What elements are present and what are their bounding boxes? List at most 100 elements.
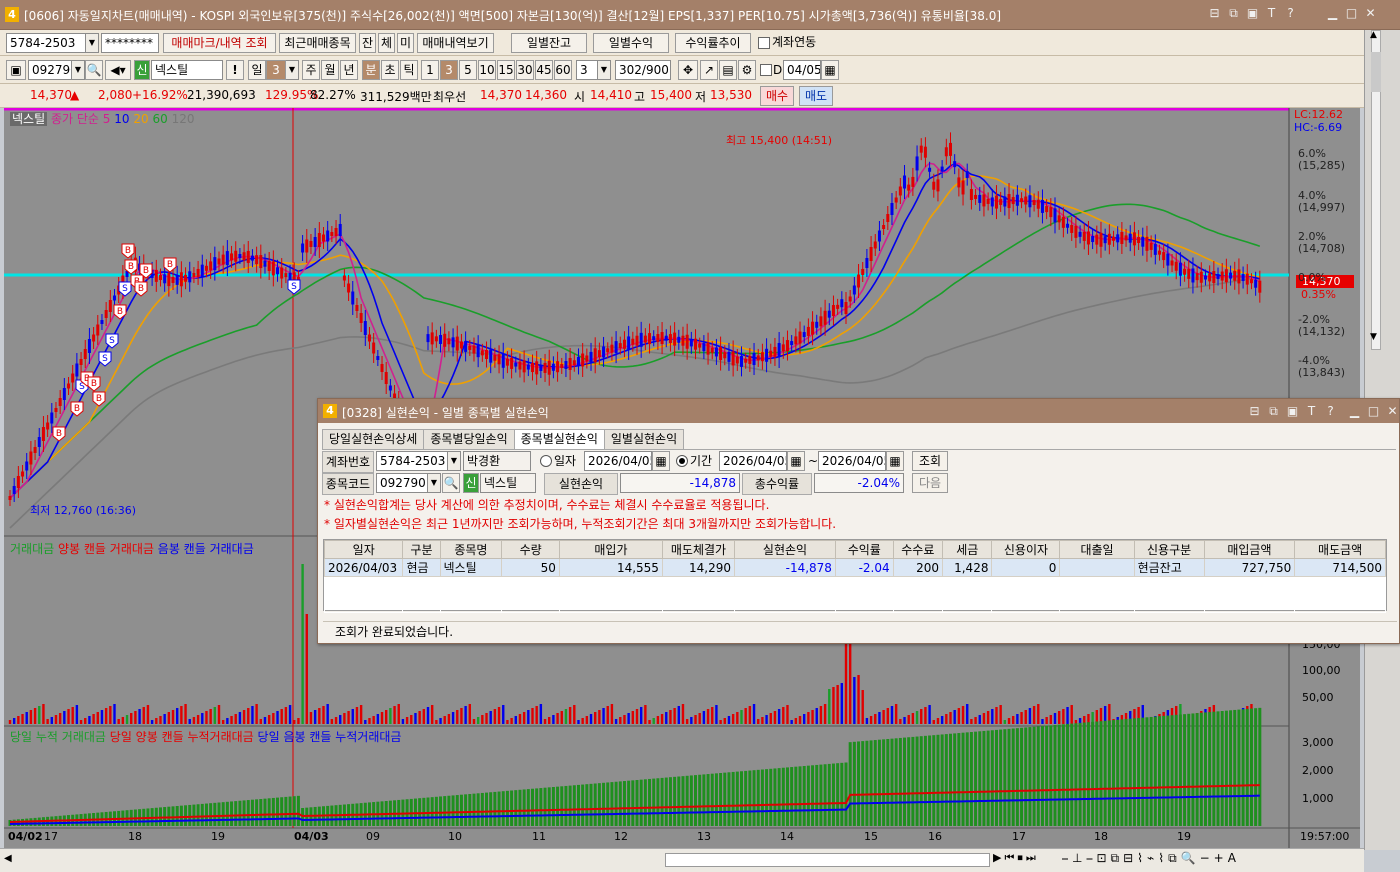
gear-icon[interactable]: ⚙ — [738, 60, 756, 80]
scroll-up-icon[interactable]: ▲ — [1370, 30, 1377, 40]
chart-settings-icon[interactable]: ▣ — [6, 60, 26, 80]
minimize-icon[interactable]: ▁ — [1326, 6, 1339, 20]
sell-button[interactable]: 매도 — [799, 86, 833, 106]
column-header[interactable]: 수익률 — [834, 540, 894, 559]
column-header[interactable]: 실현손익 — [734, 540, 836, 559]
period-second-button[interactable]: 초 — [381, 60, 399, 80]
dialog-close-icon[interactable]: ✕ — [1386, 404, 1399, 418]
period-from-input[interactable]: 2026/04/05 — [719, 451, 787, 471]
column-header[interactable]: 매입가 — [558, 540, 663, 559]
period-day-button[interactable]: 일 — [248, 60, 266, 80]
column-header[interactable]: 수수료 — [892, 540, 944, 559]
radio-day[interactable] — [540, 455, 552, 467]
dialog-font-icon[interactable]: T — [1305, 404, 1318, 418]
dialog-maximize-icon[interactable]: □ — [1367, 404, 1380, 418]
tab-symbol-today[interactable]: 종목별당일손익 — [423, 429, 515, 449]
daily-profit-button[interactable]: 일별수익 — [593, 33, 669, 53]
column-header[interactable]: 대출일 — [1059, 540, 1135, 559]
column-header[interactable]: 종목명 — [439, 540, 503, 559]
che-button[interactable]: 체 — [378, 33, 395, 53]
column-header[interactable]: 일자 — [323, 540, 404, 559]
next-button[interactable]: 다음 — [912, 473, 948, 493]
scroll-thumb[interactable] — [1371, 52, 1381, 92]
minute-60-button[interactable]: 60 — [554, 60, 572, 80]
minute-5-button[interactable]: 5 — [459, 60, 477, 80]
alert-icon[interactable]: ! — [226, 60, 244, 80]
scroll-left-icon[interactable]: ◀ — [4, 853, 12, 864]
draw-tool-icon[interactable]: ✥ — [678, 60, 698, 80]
tab-today-detail[interactable]: 당일실현손익상세 — [322, 429, 425, 449]
minute-10-button[interactable]: 10 — [478, 60, 496, 80]
dialog-minimize-icon[interactable]: ▁ — [1348, 404, 1361, 418]
help-icon[interactable]: ? — [1284, 6, 1297, 20]
data-count-field[interactable]: 302/900 — [615, 60, 671, 80]
period-month-button[interactable]: 월 — [321, 60, 339, 80]
daily-balance-button[interactable]: 일별잔고 — [511, 33, 587, 53]
dialog-code-input[interactable]: 092790 — [376, 473, 428, 493]
mark-query-button[interactable]: 매매마크/내역 조회 — [163, 33, 276, 53]
minute-30-button[interactable]: 30 — [516, 60, 534, 80]
day-count-dropdown-icon[interactable]: ▼ — [286, 60, 299, 80]
period-minute-button[interactable]: 분 — [362, 60, 380, 80]
minute-15-button[interactable]: 15 — [497, 60, 515, 80]
table-row[interactable]: 2026/04/03 현금 넥스틸 50 14,555 14,290 -14,878 -2.0… — [323, 558, 1386, 577]
copy-icon[interactable]: ⧉ — [1227, 6, 1240, 20]
day-calendar-icon[interactable]: ▦ — [652, 451, 670, 471]
to-calendar-icon[interactable]: ▦ — [886, 451, 904, 471]
font-icon[interactable]: T — [1265, 6, 1278, 20]
column-header[interactable]: 매도체결가 — [661, 540, 736, 559]
dialog-code-dropdown-icon[interactable]: ▼ — [428, 473, 441, 493]
password-input[interactable]: ******** — [101, 33, 159, 53]
lock-icon[interactable]: ▣ — [1246, 6, 1259, 20]
dialog-copy-icon[interactable]: ⧉ — [1267, 404, 1280, 418]
symbol-code-input[interactable]: 092790 — [28, 60, 72, 80]
day-date-input[interactable]: 2026/04/05 — [584, 451, 652, 471]
column-header[interactable]: 수량 — [501, 540, 560, 559]
period-tick-button[interactable]: 틱 — [400, 60, 418, 80]
line-tool-icon[interactable]: ↗ — [700, 60, 718, 80]
from-calendar-icon[interactable]: ▦ — [787, 451, 805, 471]
period-week-button[interactable]: 주 — [302, 60, 320, 80]
dialog-account-input[interactable]: 5784-2503 — [376, 451, 448, 471]
period-day-count[interactable]: 3 — [266, 60, 286, 80]
date-checkbox[interactable] — [760, 64, 772, 76]
scroll-down-icon[interactable]: ▼ — [1370, 332, 1377, 342]
dialog-link-icon[interactable]: ⊟ — [1248, 404, 1261, 418]
minute-3-button[interactable]: 3 — [440, 60, 458, 80]
period-to-input[interactable]: 2026/04/05 — [818, 451, 886, 471]
save-icon[interactable]: ▤ — [719, 60, 737, 80]
account-dropdown-icon[interactable]: ▼ — [86, 33, 99, 53]
recent-trade-button[interactable]: 최근매매종목 — [279, 33, 356, 53]
mi-button[interactable]: 미 — [397, 33, 414, 53]
speaker-icon[interactable]: ◀▾ — [105, 60, 131, 80]
dialog-search-icon[interactable]: 🔍 — [442, 473, 460, 493]
column-header[interactable]: 세금 — [942, 540, 993, 559]
interval-dropdown-icon[interactable]: ▼ — [598, 60, 611, 80]
symbol-dropdown-icon[interactable]: ▼ — [72, 60, 85, 80]
account-link-checkbox[interactable] — [758, 37, 770, 49]
minute-45-button[interactable]: 45 — [535, 60, 553, 80]
column-header[interactable]: 매도금액 — [1294, 540, 1386, 559]
minute-1-button[interactable]: 1 — [421, 60, 439, 80]
search-icon[interactable]: 🔍 — [85, 60, 103, 80]
radio-period[interactable] — [676, 455, 688, 467]
link-icon[interactable]: ⊟ — [1208, 6, 1221, 20]
interval-input[interactable]: 3 — [576, 60, 598, 80]
dialog-lock-icon[interactable]: ▣ — [1286, 404, 1299, 418]
yield-trend-button[interactable]: 수익률추이 — [675, 33, 751, 53]
account-input[interactable]: 5784-2503 — [6, 33, 86, 53]
buy-button[interactable]: 매수 — [760, 86, 794, 106]
period-year-button[interactable]: 년 — [340, 60, 358, 80]
horizontal-scrollbar[interactable] — [665, 853, 990, 867]
tab-symbol-realized[interactable]: 종목별실현손익 — [513, 429, 605, 450]
dialog-account-dropdown-icon[interactable]: ▼ — [448, 451, 461, 471]
column-header[interactable]: 신용이자 — [991, 540, 1061, 559]
maximize-icon[interactable]: □ — [1345, 6, 1358, 20]
column-header[interactable]: 매입금액 — [1203, 540, 1296, 559]
close-icon[interactable]: ✕ — [1364, 6, 1377, 20]
calendar-icon[interactable]: ▦ — [821, 60, 839, 80]
query-button[interactable]: 조회 — [912, 451, 948, 471]
column-header[interactable]: 구분 — [402, 540, 441, 559]
trade-history-button[interactable]: 매매내역보기 — [417, 33, 494, 53]
jan-button[interactable]: 잔 — [359, 33, 376, 53]
